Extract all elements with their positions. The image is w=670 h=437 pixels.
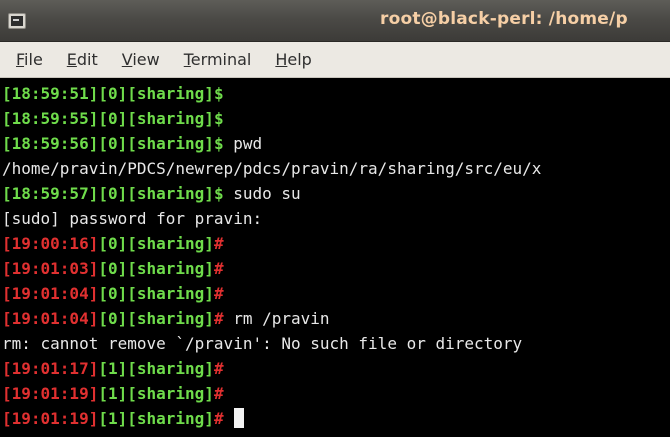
- prompt-exit-status: [1]: [98, 384, 128, 403]
- prompt-directory: [sharing]: [127, 84, 214, 103]
- prompt-line: [19:01:19][1][sharing]#: [2, 381, 670, 406]
- prompt-directory: [sharing]: [127, 134, 214, 153]
- output-line: /home/pravin/PDCS/newrep/pdcs/pravin/ra/…: [2, 156, 670, 181]
- command-text: [224, 409, 234, 428]
- menu-terminal[interactable]: Terminal: [184, 50, 252, 69]
- prompt-timestamp: [19:01:03]: [2, 259, 99, 278]
- prompt-symbol: #: [213, 384, 224, 403]
- prompt-line: [18:59:55][0][sharing]$: [2, 106, 670, 131]
- prompt-symbol: #: [213, 409, 224, 428]
- menu-terminal-label: erminal: [190, 50, 252, 69]
- menu-file-mnemonic: F: [16, 50, 25, 69]
- menu-file-label: ile: [24, 50, 43, 69]
- prompt-symbol: #: [213, 359, 224, 378]
- command-text: rm /pravin: [223, 309, 330, 328]
- menu-view-label: iew: [132, 50, 160, 69]
- prompt-directory: [sharing]: [127, 384, 214, 403]
- prompt-directory: [sharing]: [127, 284, 214, 303]
- prompt-timestamp: [19:01:17]: [2, 359, 99, 378]
- prompt-exit-status: [1]: [98, 359, 128, 378]
- window-titlebar[interactable]: root@black-perl: /home/p: [0, 0, 670, 42]
- prompt-timestamp: [18:59:57]: [2, 184, 99, 203]
- menu-help-label: elp: [287, 50, 312, 69]
- prompt-exit-status: [1]: [98, 409, 128, 428]
- prompt-line: [18:59:57][0][sharing]$ sudo su: [2, 181, 670, 206]
- text-cursor: [234, 408, 245, 428]
- prompt-timestamp: [19:00:16]: [2, 234, 99, 253]
- menu-terminal-mnemonic: T: [183, 50, 191, 69]
- prompt-directory: [sharing]: [127, 259, 214, 278]
- prompt-timestamp: [19:01:19]: [2, 384, 99, 403]
- window-title: root@black-perl: /home/p: [380, 9, 628, 29]
- output-text: [sudo] password for pravin:: [2, 209, 263, 228]
- terminal-output[interactable]: [18:59:51][0][sharing]$ [18:59:55][0][sha…: [0, 79, 670, 437]
- prompt-line: [19:00:16][0][sharing]#: [2, 231, 670, 256]
- prompt-timestamp: [19:01:04]: [2, 284, 99, 303]
- prompt-directory: [sharing]: [127, 234, 214, 253]
- prompt-line: [19:01:17][1][sharing]#: [2, 356, 670, 381]
- prompt-timestamp: [19:01:04]: [2, 309, 99, 328]
- prompt-exit-status: [0]: [98, 84, 128, 103]
- prompt-directory: [sharing]: [127, 359, 214, 378]
- menu-help-mnemonic: H: [275, 50, 288, 69]
- menu-bar: File Edit View Terminal Help: [0, 42, 670, 78]
- menu-view-mnemonic: V: [121, 50, 133, 69]
- prompt-symbol: $: [213, 134, 224, 153]
- terminal-app-icon[interactable]: [8, 13, 26, 29]
- menu-edit-label: dit: [76, 50, 98, 69]
- output-text: rm: cannot remove `/pravin': No such fil…: [2, 334, 523, 353]
- command-text: pwd: [223, 134, 263, 153]
- menu-file[interactable]: File: [16, 50, 43, 69]
- prompt-timestamp: [18:59:51]: [2, 84, 99, 103]
- prompt-directory: [sharing]: [127, 309, 214, 328]
- prompt-timestamp: [18:59:55]: [2, 109, 99, 128]
- menu-edit[interactable]: Edit: [67, 50, 98, 69]
- prompt-exit-status: [0]: [98, 134, 128, 153]
- prompt-directory: [sharing]: [127, 109, 214, 128]
- output-text: /home/pravin/PDCS/newrep/pdcs/pravin/ra/…: [2, 159, 542, 178]
- prompt-symbol: #: [213, 234, 224, 253]
- prompt-symbol: $: [213, 84, 224, 103]
- prompt-timestamp: [18:59:56]: [2, 134, 99, 153]
- prompt-line: [19:01:04][0][sharing]#: [2, 281, 670, 306]
- prompt-line: [18:59:51][0][sharing]$: [2, 81, 670, 106]
- prompt-timestamp: [19:01:19]: [2, 409, 99, 428]
- output-line: rm: cannot remove `/pravin': No such fil…: [2, 331, 670, 356]
- prompt-directory: [sharing]: [127, 409, 214, 428]
- prompt-symbol: $: [213, 109, 224, 128]
- menu-view[interactable]: View: [122, 50, 160, 69]
- menu-edit-mnemonic: E: [66, 50, 77, 69]
- prompt-exit-status: [0]: [98, 259, 128, 278]
- prompt-symbol: $: [213, 184, 224, 203]
- prompt-line: [19:01:03][0][sharing]#: [2, 256, 670, 281]
- output-line: [sudo] password for pravin:: [2, 206, 670, 231]
- prompt-exit-status: [0]: [98, 184, 128, 203]
- prompt-line: [18:59:56][0][sharing]$ pwd: [2, 131, 670, 156]
- prompt-exit-status: [0]: [98, 109, 128, 128]
- prompt-exit-status: [0]: [98, 234, 128, 253]
- prompt-exit-status: [0]: [98, 284, 128, 303]
- prompt-symbol: #: [213, 284, 224, 303]
- menu-help[interactable]: Help: [275, 50, 311, 69]
- prompt-symbol: #: [213, 259, 224, 278]
- command-text: sudo su: [223, 184, 301, 203]
- prompt-exit-status: [0]: [98, 309, 128, 328]
- prompt-symbol: #: [213, 309, 224, 328]
- prompt-line: [19:01:04][0][sharing]# rm /pravin: [2, 306, 670, 331]
- prompt-directory: [sharing]: [127, 184, 214, 203]
- prompt-line: [19:01:19][1][sharing]#: [2, 406, 670, 431]
